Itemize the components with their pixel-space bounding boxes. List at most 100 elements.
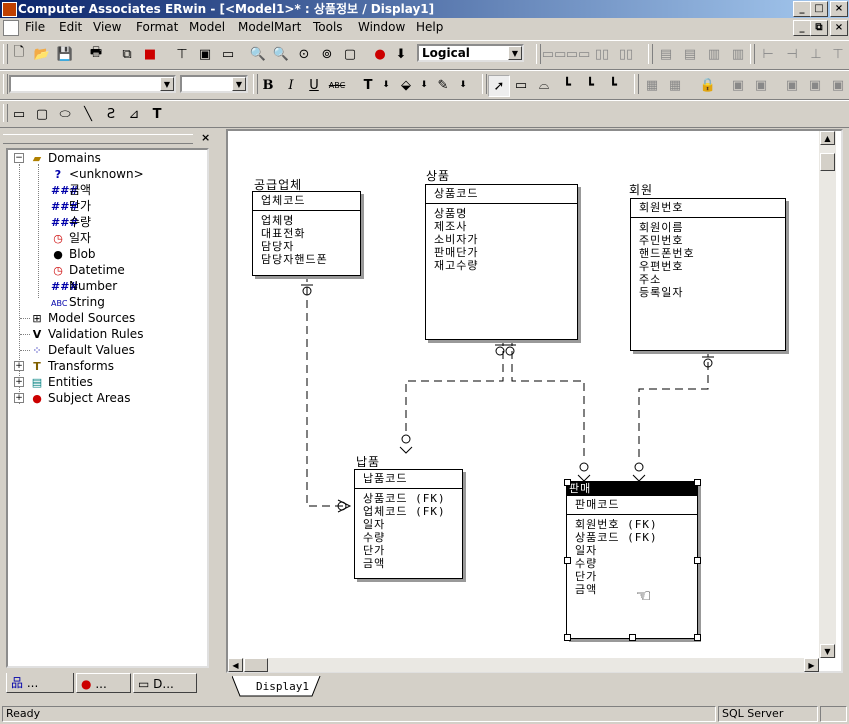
status-resize-grip[interactable] xyxy=(820,706,847,722)
resize-handle[interactable] xyxy=(564,557,571,564)
menu-modelmart[interactable]: ModelMart xyxy=(238,20,301,34)
dropdown-arrow-icon[interactable]: ⬇ xyxy=(391,44,411,64)
distribute-icon[interactable]: ⊣ xyxy=(782,44,802,64)
tab-model[interactable]: 品 ... xyxy=(6,673,74,693)
scroll-left-button[interactable]: ◀ xyxy=(228,658,243,672)
layout-icon[interactable]: ▤ xyxy=(680,44,700,64)
chevron-down-icon[interactable]: ▼ xyxy=(160,77,174,91)
child-restore-button[interactable]: ⧉ xyxy=(810,20,828,36)
print-icon[interactable]: 🖶 xyxy=(86,44,106,64)
font-name-select[interactable]: ▼ xyxy=(9,75,176,93)
line-color-icon[interactable]: ✎ xyxy=(433,75,453,95)
line-tool-icon[interactable]: ╲ xyxy=(78,104,98,124)
strikethrough-button[interactable]: ABC xyxy=(327,75,347,95)
vertical-scrollbar[interactable]: ▲ ▼ xyxy=(819,131,836,658)
display-icon[interactable]: ▣ xyxy=(195,44,215,64)
child-close-button[interactable]: × xyxy=(830,20,848,36)
bold-button[interactable]: B xyxy=(258,75,278,95)
many-to-many-icon[interactable]: ┗ xyxy=(580,75,600,95)
zoom-in-icon[interactable]: 🔍 xyxy=(271,44,291,64)
scroll-up-button[interactable]: ▲ xyxy=(820,131,835,145)
view-mode-select[interactable]: Logical ▼ xyxy=(417,44,524,62)
zoom-out-icon[interactable]: 🔍 xyxy=(248,44,268,64)
font-size-select[interactable]: ▼ xyxy=(180,75,248,93)
subtype-tool-icon[interactable]: ⌓ xyxy=(534,75,554,95)
resize-handle[interactable] xyxy=(564,634,571,641)
entity-supplier[interactable]: 업체코드 업체명 대표전화 담당자 담당자핸드폰 xyxy=(252,191,361,276)
model-tree[interactable]: − ▰ Domains ? <unknown> ###금액 ###단가 ###수량 … xyxy=(6,148,209,668)
modelmart-icon[interactable]: ▦ xyxy=(665,75,685,95)
save-icon[interactable]: 💾 xyxy=(55,44,75,64)
tab-subject-area[interactable]: ● ... xyxy=(76,673,131,693)
tree-item-transforms[interactable]: T Transforms xyxy=(30,358,114,374)
text-tool-icon[interactable]: T xyxy=(147,104,167,124)
dropdown-arrow-icon[interactable]: ⬇ xyxy=(453,75,473,95)
resize-handle[interactable] xyxy=(629,634,636,641)
close-button[interactable]: × xyxy=(830,1,848,17)
entity-member[interactable]: 회원번호 회원이름 주민번호 핸드폰번호 우편번호 주소 등록일자 xyxy=(630,198,786,351)
modelmart-icon[interactable]: ▣ xyxy=(751,75,771,95)
align-icon[interactable]: ▯▯ xyxy=(592,44,612,64)
resize-handle[interactable] xyxy=(564,479,571,486)
layout-icon[interactable]: ▤ xyxy=(656,44,676,64)
modelmart-icon[interactable]: ▣ xyxy=(782,75,802,95)
menu-edit[interactable]: Edit xyxy=(59,20,82,34)
tree-item-subject-areas[interactable]: ● Subject Areas xyxy=(30,390,130,406)
tree-item-entities[interactable]: ▤ Entities xyxy=(30,374,93,390)
underline-button[interactable]: U xyxy=(304,75,324,95)
fill-color-icon[interactable]: ⬙ xyxy=(396,75,416,95)
tree-item-validation-rules[interactable]: V Validation Rules xyxy=(30,326,144,342)
scroll-right-button[interactable]: ▶ xyxy=(804,658,819,672)
polygon-tool-icon[interactable]: ⊿ xyxy=(124,104,144,124)
color-icon[interactable]: ■ xyxy=(140,44,160,64)
tree-item-default-values[interactable]: ⁘ Default Values xyxy=(30,342,134,358)
entity-tool-icon[interactable]: ▭ xyxy=(511,75,531,95)
entity-delivery[interactable]: 납품코드 상품코드 (FK) 업체코드 (FK) 일자 수량 단가 금액 xyxy=(354,469,463,579)
align-icon[interactable]: ▯▯ xyxy=(616,44,636,64)
zoom-all-icon[interactable]: ⊙ xyxy=(294,44,314,64)
align-icon[interactable]: ▭▭ xyxy=(566,44,591,64)
tree-item-domain[interactable]: ◷ Datetime xyxy=(51,262,125,278)
tree-item-domain[interactable]: ABC String xyxy=(51,294,105,310)
tree-item-domain[interactable]: ● Blob xyxy=(51,246,95,262)
resize-handle[interactable] xyxy=(694,557,701,564)
subject-area-icon[interactable]: ● xyxy=(370,44,390,64)
text-color-icon[interactable]: T xyxy=(358,75,378,95)
note-icon[interactable]: ▭ xyxy=(218,44,238,64)
zoom-page-icon[interactable]: ▢ xyxy=(340,44,360,64)
chevron-down-icon[interactable]: ▼ xyxy=(508,46,522,60)
modelmart-icon[interactable]: ▣ xyxy=(728,75,748,95)
minimize-button[interactable]: _ xyxy=(793,1,811,17)
tree-item-model-sources[interactable]: ⊞ Model Sources xyxy=(30,310,135,326)
tree-item-domains[interactable]: ▰ Domains xyxy=(30,150,101,166)
menu-window[interactable]: Window xyxy=(358,20,405,34)
open-icon[interactable]: 📂 xyxy=(32,44,52,64)
lock-icon[interactable]: 🔒 xyxy=(698,75,718,95)
distribute-icon[interactable]: ⊤ xyxy=(828,44,848,64)
scroll-thumb[interactable] xyxy=(820,153,835,171)
diagram-canvas[interactable]: 공급업체 업체코드 업체명 대표전화 담당자 담당자핸드폰 상품 상품코드 상품… xyxy=(228,131,819,658)
chevron-down-icon[interactable]: ▼ xyxy=(232,77,246,91)
layout-icon[interactable]: ▥ xyxy=(728,44,748,64)
horizontal-scrollbar[interactable]: ◀ ▶ xyxy=(228,658,819,672)
menu-tools[interactable]: Tools xyxy=(313,20,343,34)
tree-item-domain[interactable]: ◷ 일자 xyxy=(51,230,91,246)
scroll-thumb[interactable] xyxy=(244,658,268,672)
non-identifying-rel-icon[interactable]: ┗ xyxy=(603,75,623,95)
resize-handle[interactable] xyxy=(694,479,701,486)
layout-icon[interactable]: ▥ xyxy=(704,44,724,64)
modelmart-icon[interactable]: ▦ xyxy=(642,75,662,95)
maximize-button[interactable]: □ xyxy=(810,1,828,17)
resize-handle[interactable] xyxy=(694,634,701,641)
tab-display[interactable]: ▭ D... xyxy=(133,673,197,693)
tree-item-domain[interactable]: ? <unknown> xyxy=(51,166,144,182)
child-minimize-button[interactable]: _ xyxy=(793,20,811,36)
rounded-rect-tool-icon[interactable]: ▢ xyxy=(32,104,52,124)
tree-item-domain[interactable]: ###수량 xyxy=(51,214,91,230)
rectangle-tool-icon[interactable]: ▭ xyxy=(9,104,29,124)
dropdown-arrow-icon[interactable]: ⬇ xyxy=(414,75,434,95)
modelmart-icon[interactable]: ▣ xyxy=(805,75,825,95)
panel-close-icon[interactable]: × xyxy=(201,131,210,144)
modelmart-icon[interactable]: ▣ xyxy=(828,75,848,95)
expand-icon[interactable]: + xyxy=(14,377,24,387)
